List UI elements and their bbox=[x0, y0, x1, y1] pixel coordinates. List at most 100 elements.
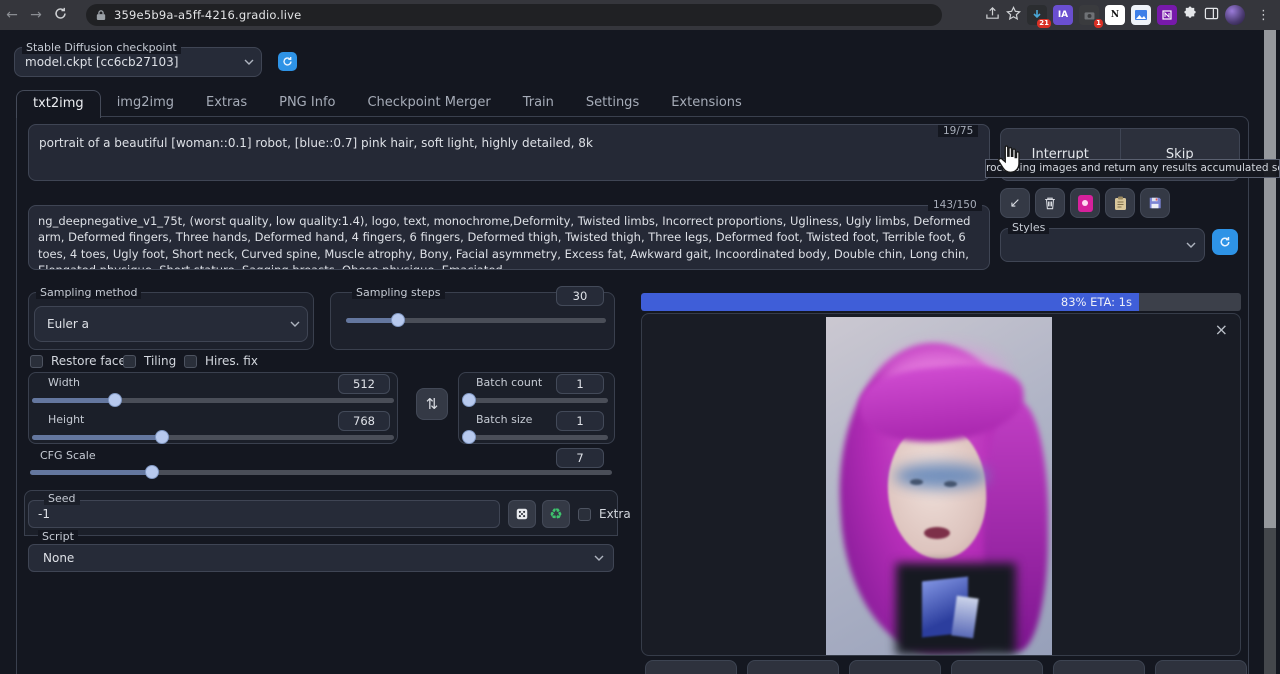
tab-bar: txt2img img2img Extras PNG Info Checkpoi… bbox=[16, 90, 758, 117]
tab-img2img[interactable]: img2img bbox=[101, 90, 190, 117]
script-label: Script bbox=[38, 530, 78, 543]
height-label: Height bbox=[44, 413, 88, 426]
restore-faces-checkbox[interactable] bbox=[30, 355, 43, 368]
hires-fix-label: Hires. fix bbox=[205, 354, 258, 368]
tab-extras[interactable]: Extras bbox=[190, 90, 263, 117]
restore-faces-option: Restore faces bbox=[30, 354, 132, 368]
hires-fix-checkbox[interactable] bbox=[184, 355, 197, 368]
sampling-steps-slider[interactable] bbox=[346, 318, 606, 323]
result-button[interactable] bbox=[951, 660, 1043, 674]
swap-arrows-icon: ⇅ bbox=[426, 395, 439, 413]
checkpoint-label: Stable Diffusion checkpoint bbox=[22, 41, 181, 54]
batch-size-slider[interactable] bbox=[466, 435, 608, 440]
ia-extension-icon[interactable]: IA bbox=[1053, 5, 1073, 25]
tab-settings[interactable]: Settings bbox=[570, 90, 655, 117]
extra-networks-card-icon bbox=[1078, 195, 1093, 212]
result-button[interactable] bbox=[1155, 660, 1247, 674]
prompt-textarea[interactable]: portrait of a beautiful [woman::0.1] rob… bbox=[28, 124, 990, 181]
screen: ← → 359e5b9a-a5ff-4216.gradio.live 21 IA… bbox=[0, 0, 1280, 674]
random-seed-button[interactable] bbox=[508, 500, 536, 528]
trash-icon bbox=[1043, 196, 1057, 210]
styles-label: Styles bbox=[1008, 221, 1049, 234]
apply-styles-button[interactable] bbox=[1105, 188, 1135, 218]
arrow-down-left-icon: ↙ bbox=[1010, 196, 1021, 211]
cfg-scale-value[interactable]: 7 bbox=[556, 448, 604, 468]
share-icon[interactable] bbox=[985, 6, 1000, 25]
restore-faces-label: Restore faces bbox=[51, 354, 132, 368]
mouse-cursor-icon bbox=[994, 143, 1024, 183]
progress-bar: 83% ETA: 1s bbox=[641, 293, 1241, 311]
seed-extra-checkbox[interactable] bbox=[578, 508, 591, 521]
photos-extension-icon[interactable] bbox=[1131, 5, 1151, 25]
save-style-button[interactable] bbox=[1140, 188, 1170, 218]
address-bar[interactable]: 359e5b9a-a5ff-4216.gradio.live bbox=[86, 4, 942, 26]
cfg-scale-label: CFG Scale bbox=[36, 449, 100, 462]
batch-count-value[interactable]: 1 bbox=[556, 374, 604, 394]
seed-extra-option: Extra bbox=[578, 507, 631, 521]
tab-extensions[interactable]: Extensions bbox=[655, 90, 758, 117]
cfg-scale-slider[interactable] bbox=[30, 470, 612, 475]
downloads-badge: 21 bbox=[1037, 19, 1051, 28]
clear-prompt-button[interactable] bbox=[1035, 188, 1065, 218]
tiling-checkbox[interactable] bbox=[123, 355, 136, 368]
reload-icon[interactable] bbox=[48, 7, 72, 24]
swap-dimensions-button[interactable]: ⇅ bbox=[416, 388, 448, 420]
extensions-puzzle-icon[interactable] bbox=[1183, 6, 1198, 25]
output-gallery: × bbox=[641, 313, 1241, 656]
tab-txt2img[interactable]: txt2img bbox=[16, 90, 101, 118]
checkpoint-caret-icon bbox=[244, 59, 254, 65]
batch-size-label: Batch size bbox=[472, 413, 536, 426]
tab-train[interactable]: Train bbox=[507, 90, 570, 117]
batch-count-label: Batch count bbox=[472, 376, 546, 389]
browser-menu-icon[interactable]: ⋮ bbox=[1251, 8, 1276, 23]
result-button[interactable] bbox=[645, 660, 737, 674]
height-slider[interactable] bbox=[32, 435, 394, 440]
interrupt-tooltip: rocessing images and return any results … bbox=[985, 159, 1280, 178]
sampling-steps-label: Sampling steps bbox=[352, 286, 445, 299]
sampling-steps-value[interactable]: 30 bbox=[556, 286, 604, 306]
seed-input[interactable]: -1 bbox=[28, 500, 500, 528]
downloads-extension-icon[interactable]: 21 bbox=[1027, 5, 1047, 25]
tab-png-info[interactable]: PNG Info bbox=[263, 90, 351, 117]
checkpoint-refresh-button[interactable] bbox=[278, 52, 297, 71]
lock-icon bbox=[96, 6, 106, 25]
result-button[interactable] bbox=[1053, 660, 1145, 674]
browser-toolbar: ← → 359e5b9a-a5ff-4216.gradio.live 21 IA… bbox=[0, 0, 1280, 30]
scrollbar-thumb[interactable] bbox=[1264, 30, 1276, 528]
back-icon[interactable]: ← bbox=[0, 7, 24, 23]
script-dropdown[interactable]: None bbox=[28, 544, 614, 572]
styles-caret-icon bbox=[1186, 242, 1196, 248]
paste-params-button[interactable]: ↙ bbox=[1000, 188, 1030, 218]
sampling-method-caret-icon bbox=[290, 321, 300, 327]
close-icon[interactable]: × bbox=[1215, 322, 1228, 338]
tiling-option: Tiling bbox=[123, 354, 176, 368]
refresh-icon bbox=[282, 56, 293, 67]
prompt-token-counter: 19/75 bbox=[938, 125, 978, 137]
extra-networks-button[interactable] bbox=[1070, 188, 1100, 218]
result-button[interactable] bbox=[747, 660, 839, 674]
bookmark-star-icon[interactable] bbox=[1006, 6, 1021, 25]
tab-checkpoint-merger[interactable]: Checkpoint Merger bbox=[351, 90, 506, 117]
onenote-extension-icon[interactable] bbox=[1157, 5, 1177, 25]
width-value[interactable]: 512 bbox=[338, 374, 390, 394]
floppy-disk-icon bbox=[1148, 196, 1162, 210]
width-label: Width bbox=[44, 376, 84, 389]
profile-avatar[interactable] bbox=[1225, 5, 1245, 25]
refresh-icon bbox=[1219, 236, 1231, 248]
forward-icon[interactable]: → bbox=[24, 7, 48, 23]
notion-extension-icon[interactable]: N bbox=[1105, 5, 1125, 25]
result-button[interactable] bbox=[849, 660, 941, 674]
camera-extension-icon[interactable]: 1 bbox=[1079, 5, 1099, 25]
side-panel-icon[interactable] bbox=[1204, 6, 1219, 25]
sampling-method-dropdown[interactable]: Euler a bbox=[34, 306, 308, 342]
negative-prompt-textarea[interactable]: ng_deepnegative_v1_75t, (worst quality, … bbox=[28, 205, 990, 270]
camera-badge: 1 bbox=[1094, 19, 1103, 28]
width-slider[interactable] bbox=[32, 398, 394, 403]
styles-refresh-button[interactable] bbox=[1212, 229, 1238, 255]
script-caret-icon bbox=[594, 555, 604, 561]
generated-image[interactable] bbox=[826, 317, 1052, 655]
batch-size-value[interactable]: 1 bbox=[556, 411, 604, 431]
height-value[interactable]: 768 bbox=[338, 411, 390, 431]
reuse-seed-button[interactable]: ♻ bbox=[542, 500, 570, 528]
batch-count-slider[interactable] bbox=[466, 398, 608, 403]
